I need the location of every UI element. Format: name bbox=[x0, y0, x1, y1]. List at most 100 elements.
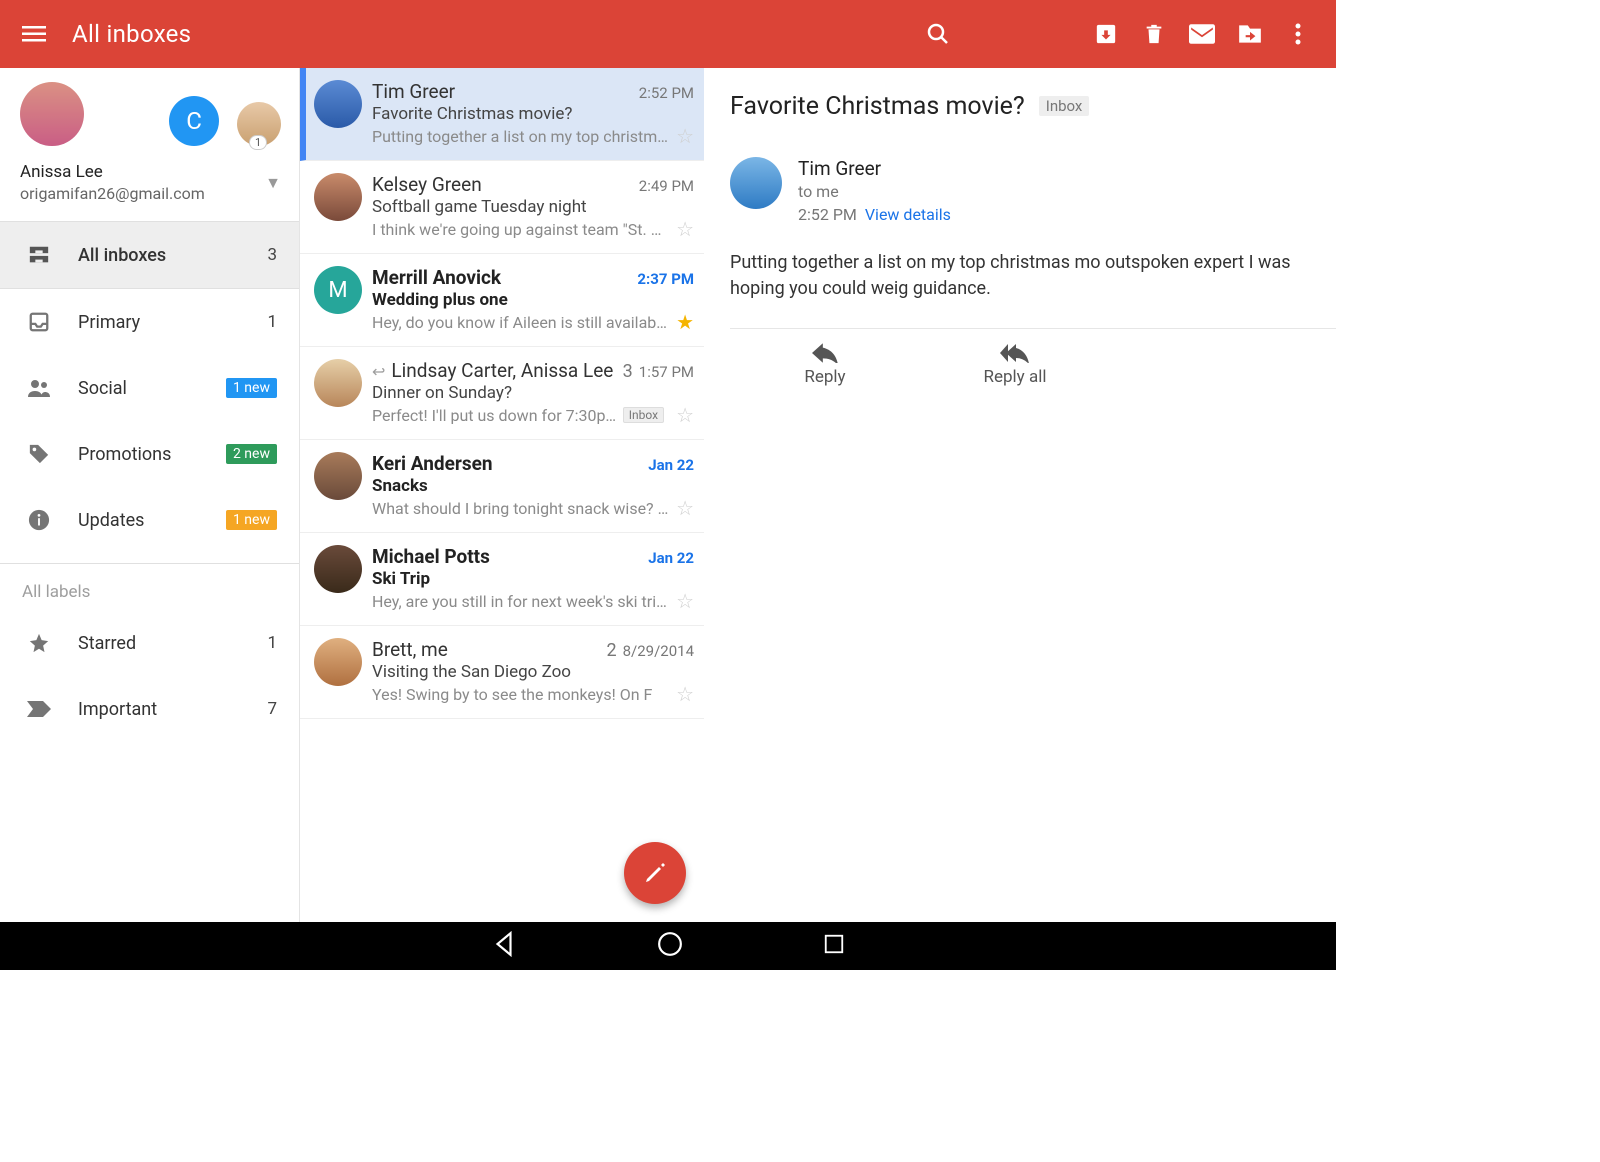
reader-pane: Favorite Christmas movie? Inbox Tim Gree… bbox=[704, 68, 1336, 922]
hamburger-icon bbox=[22, 22, 46, 46]
mark-unread-button[interactable] bbox=[1178, 10, 1226, 58]
tag-icon bbox=[28, 443, 50, 465]
nav-count: 7 bbox=[267, 699, 277, 719]
message-time: 1:57 PM bbox=[639, 363, 694, 381]
delete-button[interactable] bbox=[1130, 10, 1178, 58]
other-account-avatar-1[interactable]: C bbox=[169, 96, 219, 146]
nav-social[interactable]: Social 1 new bbox=[0, 355, 299, 421]
account-header: C 1 Anissa Lee origamifan26@gmail.com ▼ bbox=[0, 68, 299, 221]
reader-subject: Favorite Christmas movie? bbox=[730, 92, 1025, 121]
nav-label: Primary bbox=[78, 312, 267, 333]
inbox-icon bbox=[28, 311, 50, 333]
labels-header: All labels bbox=[0, 564, 299, 610]
message-item[interactable]: Michael PottsJan 22Ski TripHey, are you … bbox=[300, 533, 704, 626]
inbox-chip: Inbox bbox=[623, 407, 664, 423]
nav-all-inboxes[interactable]: All inboxes 3 bbox=[0, 222, 299, 288]
message-time: 2:52 PM bbox=[639, 84, 694, 102]
reply-icon bbox=[812, 343, 838, 363]
nav-updates[interactable]: Updates 1 new bbox=[0, 487, 299, 553]
nav-promotions[interactable]: Promotions 2 new bbox=[0, 421, 299, 487]
nav-label: Promotions bbox=[78, 444, 226, 465]
sender-avatar[interactable]: M bbox=[314, 266, 362, 314]
message-list: Tim Greer2:52 PMFavorite Christmas movie… bbox=[300, 68, 704, 922]
sender-avatar[interactable] bbox=[314, 173, 362, 221]
star-button[interactable]: ☆ bbox=[676, 403, 694, 427]
app-bar: All inboxes bbox=[0, 0, 1336, 68]
star-button[interactable]: ☆ bbox=[676, 496, 694, 520]
nav-count: 1 bbox=[267, 633, 277, 653]
nav-important[interactable]: Important 7 bbox=[0, 676, 299, 742]
message-item[interactable]: ↩Lindsay Carter, Anissa Lee31:57 PMDinne… bbox=[300, 347, 704, 440]
search-icon bbox=[926, 22, 950, 46]
dropdown-icon: ▼ bbox=[265, 173, 281, 193]
message-subject: Wedding plus one bbox=[372, 290, 694, 310]
message-snippet: Yes! Swing by to see the monkeys! On F bbox=[372, 685, 670, 704]
current-account-avatar[interactable] bbox=[20, 82, 84, 146]
android-recents-button[interactable] bbox=[823, 933, 845, 959]
android-back-button[interactable] bbox=[491, 931, 517, 961]
message-subject: Softball game Tuesday night bbox=[372, 197, 694, 217]
message-snippet: Hey, are you still in for next week's sk… bbox=[372, 592, 670, 611]
other-account-avatar-2[interactable]: 1 bbox=[237, 102, 281, 146]
sender-avatar[interactable] bbox=[314, 638, 362, 686]
search-button[interactable] bbox=[914, 10, 962, 58]
message-time: 2:37 PM bbox=[637, 270, 694, 288]
star-button[interactable]: ☆ bbox=[676, 682, 694, 706]
nav-starred[interactable]: Starred 1 bbox=[0, 610, 299, 676]
more-vert-icon bbox=[1295, 22, 1301, 46]
trash-icon bbox=[1143, 22, 1165, 46]
sender-avatar[interactable] bbox=[314, 80, 362, 128]
reader-label-chip[interactable]: Inbox bbox=[1039, 96, 1090, 116]
pencil-icon bbox=[643, 861, 667, 885]
nav-label: Updates bbox=[78, 510, 226, 531]
reply-button[interactable]: Reply bbox=[730, 343, 920, 387]
archive-button[interactable] bbox=[1082, 10, 1130, 58]
overflow-button[interactable] bbox=[1274, 10, 1322, 58]
message-subject: Snacks bbox=[372, 476, 694, 496]
recents-icon bbox=[823, 933, 845, 955]
people-icon bbox=[27, 379, 51, 397]
message-item[interactable]: Tim Greer2:52 PMFavorite Christmas movie… bbox=[300, 68, 704, 161]
reply-all-icon bbox=[1000, 343, 1030, 363]
back-icon bbox=[491, 931, 517, 957]
message-sender: Merrill Anovick bbox=[372, 266, 631, 289]
message-subject: Ski Trip bbox=[372, 569, 694, 589]
reader-time: 2:52 PM bbox=[798, 205, 857, 224]
sender-avatar[interactable] bbox=[314, 359, 362, 407]
reader-sender-avatar[interactable] bbox=[730, 157, 782, 209]
reader-to: to me bbox=[798, 182, 951, 201]
star-button[interactable]: ☆ bbox=[676, 217, 694, 241]
view-details-link[interactable]: View details bbox=[865, 205, 951, 224]
android-home-button[interactable] bbox=[657, 931, 683, 961]
sender-avatar[interactable] bbox=[314, 545, 362, 593]
message-item[interactable]: Brett, me28/29/2014Visiting the San Dieg… bbox=[300, 626, 704, 719]
move-to-button[interactable] bbox=[1226, 10, 1274, 58]
message-snippet: Perfect! I'll put us down for 7:30pm.... bbox=[372, 406, 617, 425]
nav-label: Social bbox=[78, 378, 226, 399]
sender-avatar[interactable] bbox=[314, 452, 362, 500]
nav-chip: 1 new bbox=[226, 510, 277, 530]
account-name: Anissa Lee bbox=[20, 162, 265, 182]
nav-primary[interactable]: Primary 1 bbox=[0, 289, 299, 355]
message-item[interactable]: Keri AndersenJan 22SnacksWhat should I b… bbox=[300, 440, 704, 533]
message-subject: Dinner on Sunday? bbox=[372, 383, 694, 403]
message-sender: Brett, me bbox=[372, 638, 602, 661]
menu-button[interactable] bbox=[14, 14, 54, 54]
message-snippet: Hey, do you know if Aileen is still avai… bbox=[372, 313, 670, 332]
star-button[interactable]: ☆ bbox=[676, 589, 694, 613]
compose-fab[interactable] bbox=[624, 842, 686, 904]
nav-label: Starred bbox=[78, 633, 267, 654]
nav-label: Important bbox=[78, 699, 267, 720]
message-item[interactable]: Kelsey Green2:49 PMSoftball game Tuesday… bbox=[300, 161, 704, 254]
message-sender: Kelsey Green bbox=[372, 173, 633, 196]
star-button[interactable]: ☆ bbox=[676, 124, 694, 148]
message-snippet: Putting together a list on my top christ… bbox=[372, 127, 670, 146]
message-item[interactable]: M Merrill Anovick 2:37 PM Wedding plus one H… bbox=[300, 254, 704, 347]
important-icon bbox=[27, 701, 51, 717]
reply-indicator-icon: ↩ bbox=[372, 362, 385, 381]
star-button[interactable]: ★ bbox=[676, 310, 694, 334]
reply-all-button[interactable]: Reply all bbox=[920, 343, 1110, 387]
thread-count: 3 bbox=[623, 361, 633, 382]
account-switcher[interactable]: Anissa Lee origamifan26@gmail.com ▼ bbox=[20, 146, 281, 213]
home-icon bbox=[657, 931, 683, 957]
